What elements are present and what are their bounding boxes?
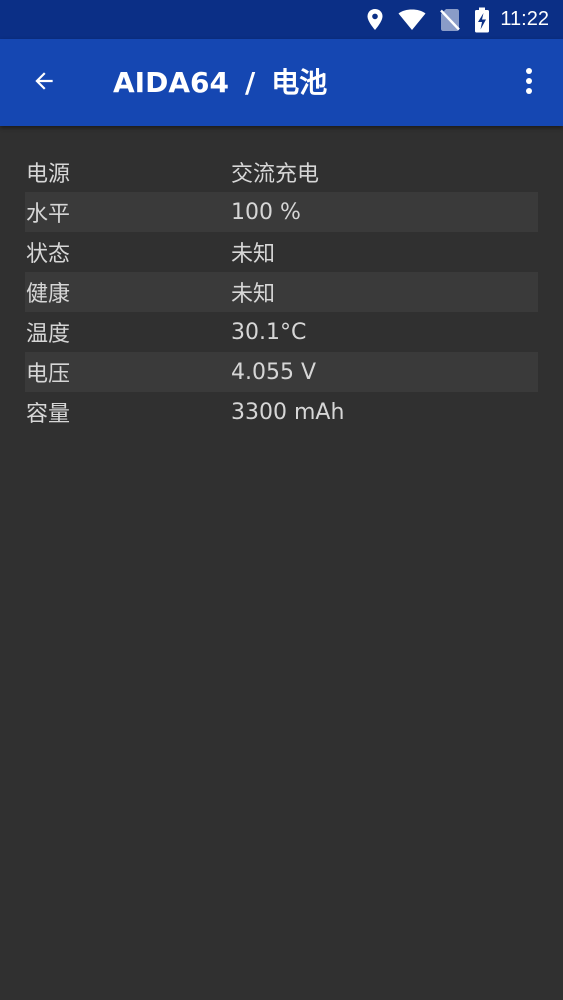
row-label: 温度	[26, 322, 71, 347]
row-value: 交流充电	[231, 162, 320, 187]
row-level: 水平 100 %	[25, 192, 538, 232]
row-label: 电压	[26, 362, 71, 387]
page-title: AIDA64 / 电池	[113, 39, 327, 126]
row-label: 水平	[26, 202, 71, 227]
battery-info-list: 电源 交流充电 水平 100 % 状态 未知 健康 未知 温度 30.1°C 电…	[25, 152, 538, 432]
wifi-icon	[398, 9, 426, 31]
row-value: 未知	[231, 242, 276, 267]
row-value: 30.1°C	[231, 319, 307, 345]
row-value: 3300 mAh	[231, 399, 345, 425]
page-name: 电池	[271, 66, 328, 99]
battery-charging-icon	[474, 7, 490, 33]
row-label: 容量	[26, 402, 71, 427]
row-temperature: 温度 30.1°C	[25, 312, 538, 352]
row-voltage: 电压 4.055 V	[25, 352, 538, 392]
location-icon	[366, 8, 384, 32]
status-bar: 11:22	[0, 0, 563, 39]
row-label: 电源	[26, 162, 71, 187]
row-label: 状态	[26, 242, 71, 267]
row-label: 健康	[26, 282, 71, 307]
no-sim-icon	[440, 8, 461, 32]
status-icons: 11:22	[366, 0, 549, 39]
row-status: 状态 未知	[25, 232, 538, 272]
more-vert-icon	[525, 67, 533, 99]
status-time: 11:22	[500, 8, 549, 30]
row-health: 健康 未知	[25, 272, 538, 312]
row-power-source: 电源 交流充电	[25, 152, 538, 192]
app-bar: AIDA64 / 电池	[0, 39, 563, 126]
arrow-back-icon	[31, 68, 57, 98]
row-capacity: 容量 3300 mAh	[25, 392, 538, 432]
row-value: 4.055 V	[231, 359, 317, 385]
title-separator: /	[244, 66, 256, 99]
row-value: 100 %	[231, 199, 301, 225]
overflow-menu-button[interactable]	[511, 61, 547, 105]
row-value: 未知	[231, 282, 276, 307]
back-button[interactable]	[22, 61, 66, 105]
app-name: AIDA64	[113, 66, 229, 99]
